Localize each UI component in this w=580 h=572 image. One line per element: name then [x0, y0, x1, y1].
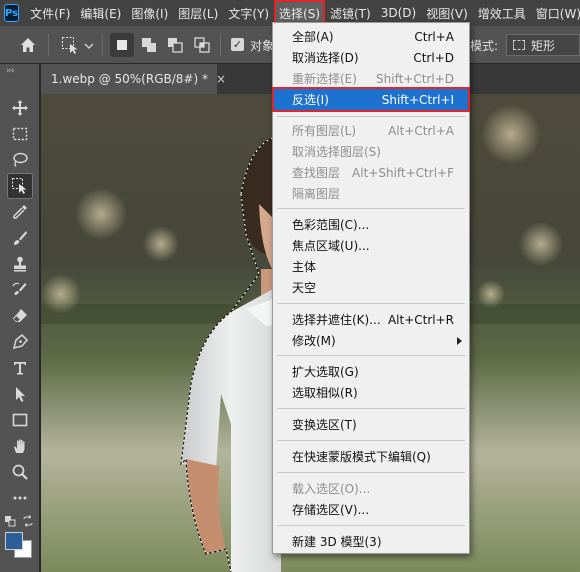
menu-item-modify[interactable]: 修改(M) [274, 330, 468, 351]
zoom-tool-icon[interactable] [8, 460, 32, 484]
menu-item-reselect[interactable]: 重新选择(E) Shift+Ctrl+D [274, 68, 468, 89]
menu-separator [277, 303, 465, 304]
document-tab[interactable]: 1.webp @ 50%(RGB/8#) * × [41, 64, 226, 94]
menu-separator [277, 525, 465, 526]
history-brush-tool-icon[interactable] [8, 278, 32, 302]
select-menu-dropdown: 全部(A) Ctrl+A 取消选择(D) Ctrl+D 重新选择(E) Shift+C… [272, 22, 470, 554]
menu-item-grow[interactable]: 扩大选取(G) [274, 361, 468, 382]
subtract-from-selection-button[interactable] [163, 33, 187, 57]
divider [220, 34, 221, 56]
eyedropper-tool-icon[interactable] [8, 200, 32, 224]
menu-item-all[interactable]: 全部(A) Ctrl+A [274, 26, 468, 47]
menu-item-inverse[interactable]: 反选(I) Shift+Ctrl+I [272, 87, 470, 112]
document-tab-title: 1.webp @ 50%(RGB/8#) * [51, 72, 208, 86]
object-selection-preset-icon[interactable] [60, 35, 80, 55]
menu-item-transform-selection[interactable]: 变换选区(T) [274, 414, 468, 435]
menu-edit[interactable]: 编辑(E) [75, 0, 126, 26]
submenu-arrow-icon [457, 336, 462, 345]
add-to-selection-button[interactable] [137, 33, 161, 57]
type-tool-icon[interactable] [8, 356, 32, 380]
intersect-selection-button[interactable] [190, 33, 214, 57]
pen-tool-icon[interactable] [8, 330, 32, 354]
object-finder-checkbox[interactable]: ✓ [231, 38, 244, 51]
path-selection-tool-icon[interactable] [8, 382, 32, 406]
menu-item-save-selection[interactable]: 存储选区(V)... [274, 499, 468, 520]
lasso-tool-icon[interactable] [8, 148, 32, 172]
clone-stamp-tool-icon[interactable] [8, 252, 32, 276]
menu-item-select-and-mask[interactable]: 选择并遮住(K)... Alt+Ctrl+R [274, 309, 468, 330]
menu-item-subject[interactable]: 主体 [274, 256, 468, 277]
menu-separator [277, 116, 465, 117]
mode-select-value: 矩形 [531, 38, 556, 53]
menu-item-all-layers[interactable]: 所有图层(L) Alt+Ctrl+A [274, 120, 468, 141]
foreground-color-swatch[interactable] [5, 532, 23, 550]
close-icon[interactable]: × [216, 72, 226, 86]
menu-separator [277, 208, 465, 209]
chevron-down-icon[interactable] [84, 40, 94, 50]
menu-plugins[interactable]: 增效工具 [473, 0, 531, 26]
object-finder-label: 对象 [250, 39, 275, 53]
menu-item-deselect[interactable]: 取消选择(D) Ctrl+D [274, 47, 468, 68]
menu-image[interactable]: 图像(I) [126, 0, 173, 26]
menu-type[interactable]: 文字(Y) [223, 0, 274, 26]
menu-item-isolate-layers[interactable]: 隔离图层 [274, 183, 468, 204]
rectangular-marquee-tool-icon[interactable] [8, 122, 32, 146]
menu-separator [277, 355, 465, 356]
brush-tool-icon[interactable] [8, 226, 32, 250]
mode-select[interactable]: 矩形 [506, 34, 580, 56]
menu-layer[interactable]: 图层(L) [173, 0, 223, 26]
divider [102, 34, 103, 56]
default-colors-icon[interactable] [4, 515, 16, 527]
new-selection-button[interactable] [110, 33, 134, 57]
collapse-panel-icon[interactable]: ››› [6, 66, 15, 76]
eraser-tool-icon[interactable] [8, 304, 32, 328]
menu-item-load-selection[interactable]: 载入选区(O)... [274, 478, 468, 499]
menu-item-find-layers[interactable]: 查找图层 Alt+Shift+Ctrl+F [274, 162, 468, 183]
swap-colors-icon[interactable] [22, 515, 34, 527]
menu-item-color-range[interactable]: 色彩范围(C)... [274, 214, 468, 235]
object-selection-tool-icon[interactable] [7, 173, 33, 199]
menu-separator [277, 440, 465, 441]
menu-item-focus-area[interactable]: 焦点区域(U)... [274, 235, 468, 256]
move-tool-icon[interactable] [8, 96, 32, 120]
divider [48, 34, 49, 56]
photoshop-logo: Ps [4, 4, 20, 22]
menu-item-sky[interactable]: 天空 [274, 277, 468, 298]
menu-file[interactable]: 文件(F) [25, 0, 75, 26]
menu-item-new-3d-model[interactable]: 新建 3D 模型(3) [274, 531, 468, 552]
mode-label: 模式: [470, 39, 499, 53]
menu-separator [277, 408, 465, 409]
menu-window[interactable]: 窗口(W) [531, 0, 580, 26]
rectangle-dotted-icon [513, 40, 525, 50]
hand-tool-icon[interactable] [8, 434, 32, 458]
menu-item-similar[interactable]: 选取相似(R) [274, 382, 468, 403]
tools-panel: ››› [0, 64, 40, 572]
more-tools-icon[interactable] [8, 486, 32, 510]
menu-item-quick-mask[interactable]: 在快速蒙版模式下编辑(Q) [274, 446, 468, 467]
menu-separator [277, 472, 465, 473]
menu-item-deselect-layers[interactable]: 取消选择图层(S) [274, 141, 468, 162]
home-icon[interactable] [18, 35, 38, 55]
rectangle-tool-icon[interactable] [8, 408, 32, 432]
